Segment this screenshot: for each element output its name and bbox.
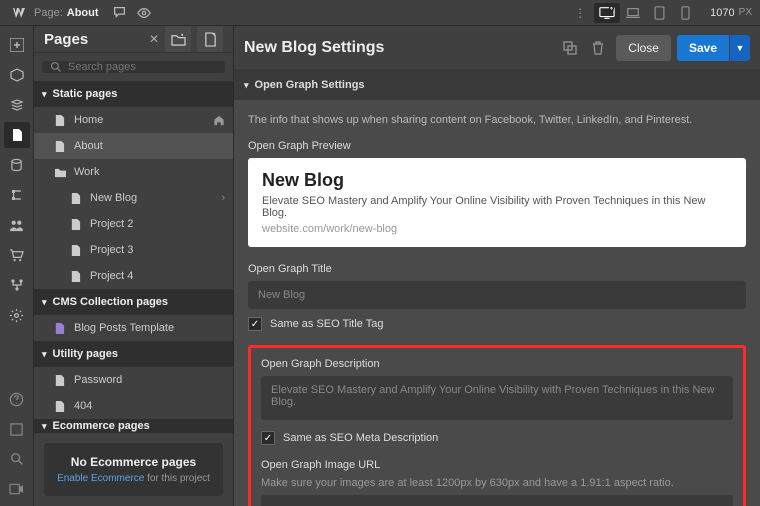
search-input[interactable] <box>68 61 217 73</box>
device-mobile-icon[interactable] <box>672 3 698 23</box>
highlighted-region: Open Graph Description ✓Same as SEO Meta… <box>248 345 746 506</box>
preview-desc: Elevate SEO Mastery and Amplify Your Onl… <box>262 195 732 219</box>
page-label: Home <box>74 114 103 126</box>
page-label: New Blog <box>90 192 137 204</box>
home-icon <box>213 115 225 126</box>
new-page-button[interactable] <box>197 26 223 52</box>
og-info: The info that shows up when sharing cont… <box>248 114 746 126</box>
page-item[interactable]: Password <box>34 367 233 393</box>
static-pages-header[interactable]: ▾Static pages <box>34 81 233 107</box>
page-label: Project 4 <box>90 270 133 282</box>
close-button[interactable]: Close <box>616 35 671 61</box>
rail-pages-icon[interactable] <box>4 122 30 148</box>
page-item[interactable]: Project 2 <box>34 211 233 237</box>
page-icon <box>70 270 84 283</box>
close-panel-icon[interactable]: ✕ <box>149 32 159 46</box>
rail-add-icon[interactable] <box>4 32 30 58</box>
rail-cart-icon[interactable] <box>4 242 30 268</box>
preview-icon[interactable] <box>133 2 155 24</box>
page-icon <box>70 192 84 205</box>
page-item[interactable]: Blog Posts Template <box>34 315 233 341</box>
save-button[interactable]: Save <box>677 35 729 61</box>
webflow-logo-icon[interactable] <box>8 2 30 24</box>
settings-title: New Blog Settings <box>244 39 554 57</box>
og-image-label: Open Graph Image URL <box>261 459 733 471</box>
rail-box-icon[interactable] <box>4 62 30 88</box>
same-desc-checkbox[interactable]: ✓Same as SEO Meta Description <box>261 431 733 445</box>
page-label: Project 3 <box>90 244 133 256</box>
page-icon <box>54 322 68 335</box>
rail-navigator-icon[interactable] <box>4 182 30 208</box>
ecom-empty-title: No Ecommerce pages <box>52 455 215 469</box>
page-item[interactable]: Work <box>34 159 233 185</box>
search-pages[interactable] <box>42 61 225 73</box>
page-item[interactable]: Project 4 <box>34 263 233 289</box>
page-icon <box>54 140 68 153</box>
save-dropdown-icon[interactable]: ▼ <box>730 35 750 61</box>
pages-panel: Pages ✕ ▾Static pages Home About Work New Bl… <box>34 26 234 506</box>
og-preview-label: Open Graph Preview <box>248 140 746 152</box>
page-icon <box>70 244 84 257</box>
og-desc-label: Open Graph Description <box>261 358 733 370</box>
rail-video-icon[interactable] <box>4 476 30 502</box>
folder-icon <box>54 167 68 178</box>
page-label: About <box>74 140 103 152</box>
rail-database-icon[interactable] <box>4 152 30 178</box>
og-title-input[interactable] <box>248 281 746 309</box>
og-desc-input[interactable] <box>261 376 733 420</box>
device-tablet-icon[interactable] <box>646 3 672 23</box>
og-image-input[interactable] <box>261 495 733 506</box>
rail-layers-icon[interactable] <box>4 92 30 118</box>
device-desktop-icon[interactable] <box>594 3 620 23</box>
page-label: 404 <box>74 400 92 412</box>
more-icon[interactable]: ⋮ <box>574 6 586 20</box>
rail-logic-icon[interactable] <box>4 272 30 298</box>
rail-users-icon[interactable] <box>4 212 30 238</box>
preview-title: New Blog <box>262 170 732 191</box>
page-icon <box>54 400 68 413</box>
page-icon <box>70 218 84 231</box>
page-item[interactable]: New Blog › <box>34 185 233 211</box>
preview-url: website.com/work/new-blog <box>262 223 732 235</box>
top-bar: Page: About ⋮ 1070 PX <box>0 0 760 26</box>
page-item[interactable]: About <box>34 133 233 159</box>
page-label: Blog Posts Template <box>74 322 174 334</box>
ecommerce-empty: No Ecommerce pages Enable Ecommerce for … <box>44 443 223 496</box>
comment-icon[interactable] <box>109 2 131 24</box>
search-icon <box>50 61 62 73</box>
rail-search-icon[interactable] <box>4 446 30 472</box>
og-preview: New Blog Elevate SEO Mastery and Amplify… <box>248 158 746 247</box>
rail-help-icon[interactable] <box>4 386 30 412</box>
breakpoint-width[interactable]: 1070 <box>710 7 734 19</box>
og-section-header[interactable]: ▾Open Graph Settings <box>234 70 760 100</box>
enable-ecommerce-link[interactable]: Enable Ecommerce <box>57 473 144 484</box>
page-label: Page: <box>34 7 63 19</box>
page-item[interactable]: 404 <box>34 393 233 419</box>
og-image-hint: Make sure your images are at least 1200p… <box>261 477 733 489</box>
new-folder-button[interactable] <box>165 26 191 52</box>
settings-panel: New Blog Settings Close Save ▼ ▾Open Gra… <box>234 26 760 506</box>
page-icon <box>54 374 68 387</box>
device-laptop-icon[interactable] <box>620 3 646 23</box>
rail-audit-icon[interactable] <box>4 416 30 442</box>
og-title-label: Open Graph Title <box>248 263 746 275</box>
pages-title: Pages <box>44 31 143 48</box>
utility-pages-header[interactable]: ▾Utility pages <box>34 341 233 367</box>
px-label: PX <box>739 7 752 18</box>
left-rail <box>0 26 34 506</box>
page-name[interactable]: About <box>67 7 99 19</box>
same-title-checkbox[interactable]: ✓Same as SEO Title Tag <box>248 317 746 331</box>
page-icon <box>54 114 68 127</box>
cms-pages-header[interactable]: ▾CMS Collection pages <box>34 289 233 315</box>
delete-icon[interactable] <box>586 36 610 60</box>
copy-icon[interactable] <box>558 36 582 60</box>
page-item[interactable]: Home <box>34 107 233 133</box>
page-label: Password <box>74 374 122 386</box>
ecommerce-pages-header[interactable]: ▾Ecommerce pages <box>34 419 233 433</box>
page-label: Work <box>74 166 99 178</box>
chevron-right-icon: › <box>221 192 225 204</box>
page-item[interactable]: Project 3 <box>34 237 233 263</box>
rail-settings-icon[interactable] <box>4 302 30 328</box>
page-label: Project 2 <box>90 218 133 230</box>
